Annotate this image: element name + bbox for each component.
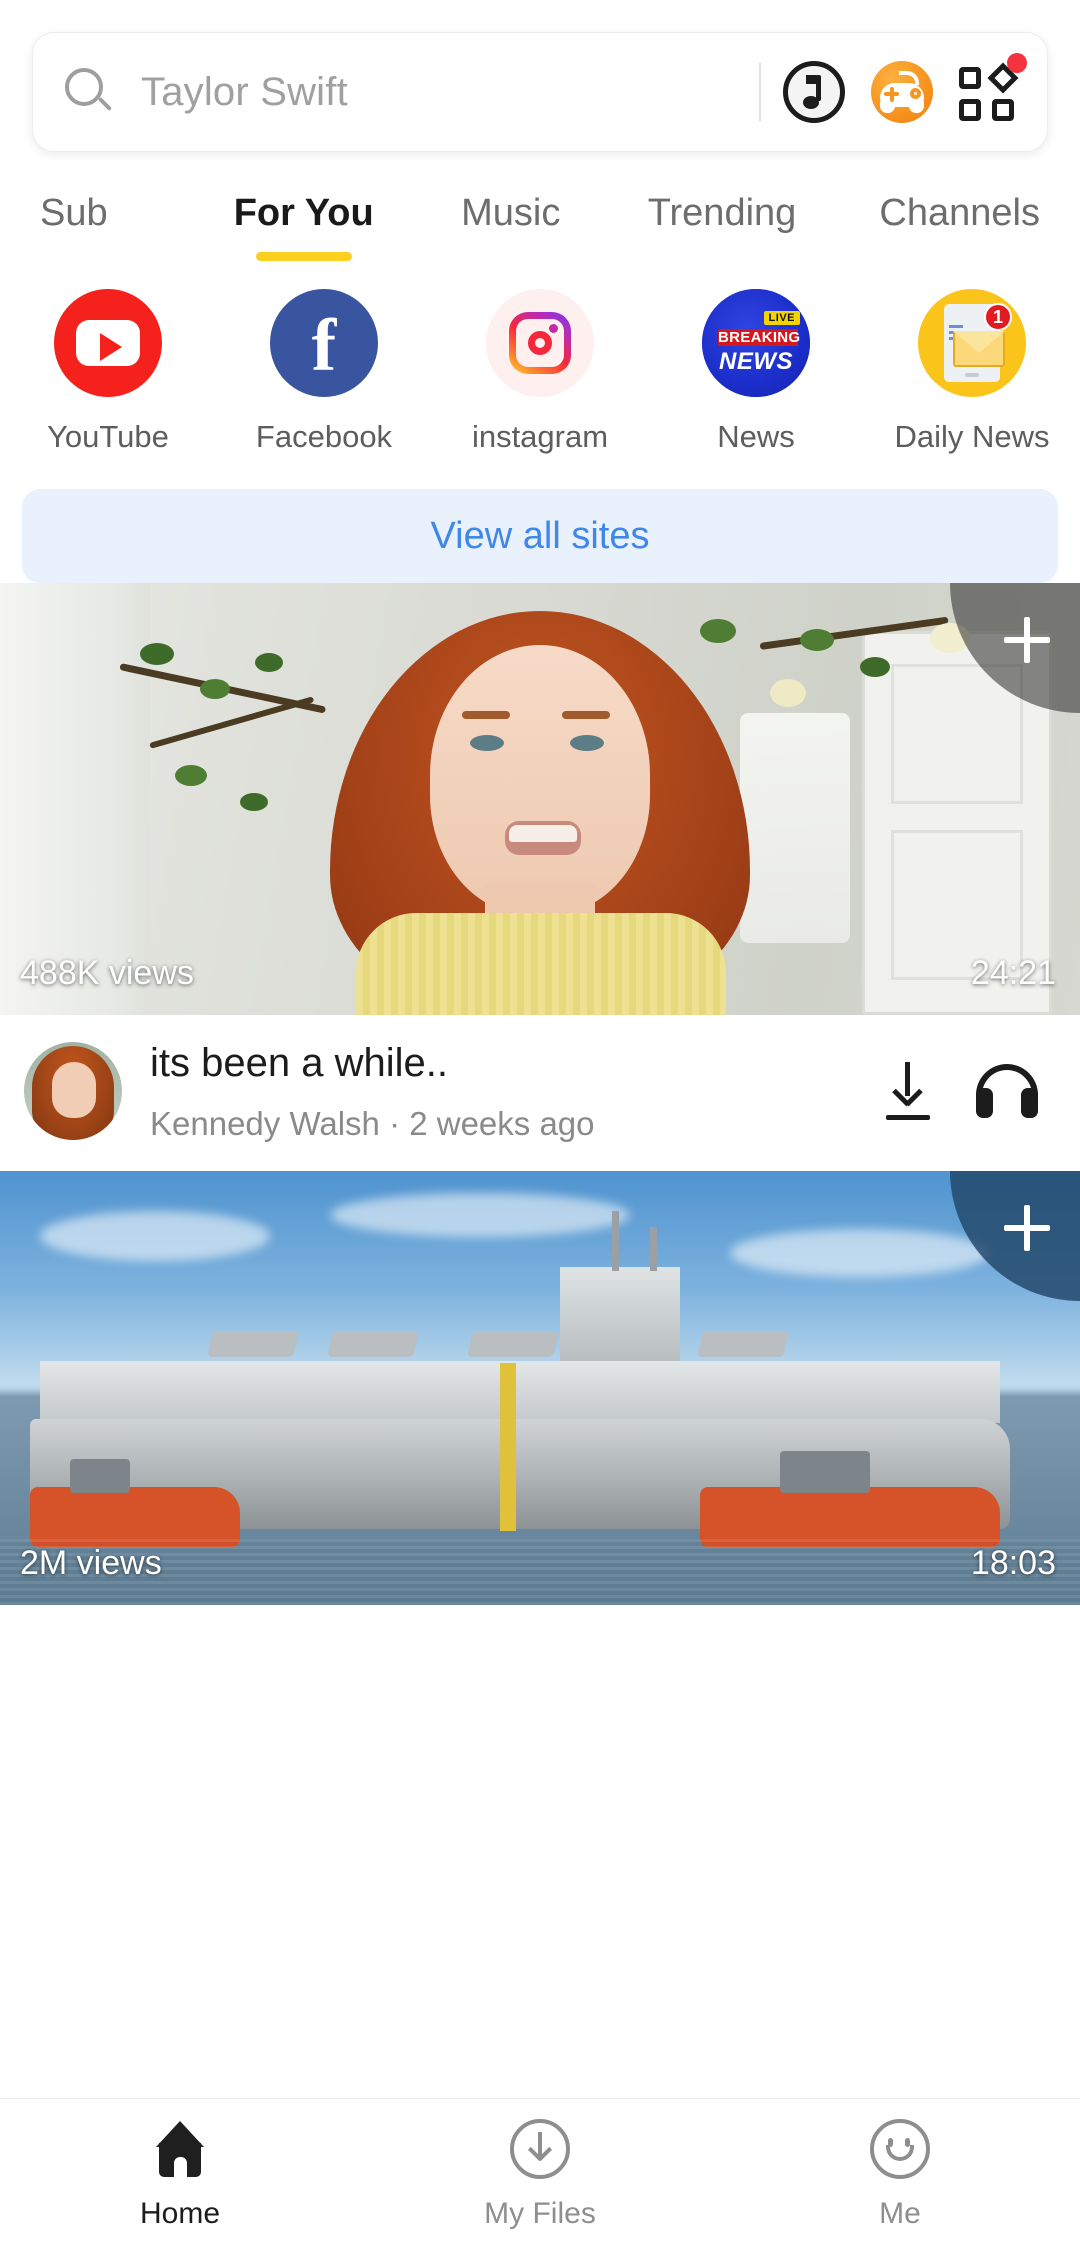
nav-item-me[interactable]: Me [720, 2119, 1080, 2231]
unread-badge: 1 [984, 303, 1012, 331]
tab-bar: Sub For You Music Trending Channels [0, 152, 1080, 261]
nav-label: Me [879, 2197, 921, 2230]
shortcut-label: Facebook [255, 419, 393, 454]
video-thumbnail[interactable]: 488K views 24:21 [0, 583, 1080, 1015]
tab-label: Trending [647, 192, 797, 234]
avatar[interactable] [24, 1042, 122, 1140]
breaking-news-icon: LIVE BREAKING NEWS [702, 289, 810, 397]
video-meta: its been a while.. Kennedy Walsh · 2 wee… [0, 1015, 1080, 1171]
search-actions [783, 53, 1027, 123]
live-badge: LIVE [763, 311, 800, 325]
search-bar-container: Taylor Swift [0, 0, 1080, 152]
daily-news-icon: 1 [918, 289, 1026, 397]
search-input[interactable]: Taylor Swift [141, 70, 749, 115]
facebook-icon: f [270, 289, 378, 397]
shortcut-row: YouTube f Facebook instagram LIVE BREAKI… [0, 261, 1080, 791]
tab-active-underline [255, 252, 352, 261]
view-all-sites-button[interactable]: View all sites [22, 489, 1058, 583]
breaking-badge: BREAKING [718, 329, 801, 346]
download-icon[interactable] [884, 1062, 932, 1120]
video-subtitle: Kennedy Walsh · 2 weeks ago [150, 1105, 595, 1142]
video-thumbnail[interactable]: 2M views 18:03 [0, 1171, 1080, 1605]
nav-label: My Files [484, 2197, 596, 2230]
tab-label: Channels [879, 192, 1040, 234]
tab-label: For You [233, 192, 374, 234]
shortcut-facebook[interactable]: f Facebook [216, 289, 432, 455]
apps-grid-icon[interactable] [959, 53, 1027, 123]
tab-trending[interactable]: Trending [604, 192, 840, 261]
search-divider [759, 62, 761, 122]
music-icon[interactable] [783, 61, 845, 123]
tab-for-you[interactable]: For You [190, 192, 417, 261]
instagram-icon [486, 289, 594, 397]
bottom-navigation: Home My Files Me [0, 2098, 1080, 2266]
video-card-1[interactable]: 488K views 24:21 its been a while.. Kenn… [0, 583, 1080, 1171]
tab-label: Music [461, 192, 561, 234]
shortcut-label: News [717, 419, 795, 454]
video-actions [884, 1062, 1056, 1120]
search-bar[interactable]: Taylor Swift [32, 32, 1048, 152]
headphones-icon[interactable] [976, 1064, 1038, 1118]
shortcut-label: Daily News [894, 419, 1050, 454]
view-count: 488K views [20, 954, 194, 992]
video-card-2[interactable]: 2M views 18:03 [0, 1171, 1080, 1605]
game-icon[interactable] [871, 61, 933, 123]
shortcut-news[interactable]: LIVE BREAKING NEWS News [648, 289, 864, 455]
tab-sub[interactable]: Sub [40, 192, 190, 261]
video-info: its been a while.. Kennedy Walsh · 2 wee… [150, 1039, 884, 1143]
smiley-icon [870, 2119, 930, 2179]
video-duration: 24:21 [970, 954, 1056, 992]
tab-music[interactable]: Music [417, 192, 604, 261]
tab-label: Sub [40, 192, 108, 234]
shortcut-label: YouTube [47, 419, 169, 454]
view-all-container: View all sites [0, 455, 1080, 583]
nav-item-my-files[interactable]: My Files [360, 2119, 720, 2231]
nav-item-home[interactable]: Home [0, 2119, 360, 2231]
news-text: NEWS [719, 348, 793, 375]
shortcut-instagram[interactable]: instagram [432, 289, 648, 455]
notification-dot [1007, 53, 1027, 73]
app-screen: Taylor Swift Sub For You Music Trending … [0, 0, 1080, 2266]
home-icon [150, 2119, 210, 2179]
video-title: its been a while.. [150, 1041, 448, 1085]
view-count: 2M views [20, 1544, 162, 1582]
download-circle-icon [510, 2119, 570, 2179]
shortcut-label: instagram [471, 419, 609, 454]
youtube-icon [54, 289, 162, 397]
tab-channels[interactable]: Channels [840, 192, 1040, 261]
shortcut-youtube[interactable]: YouTube [0, 289, 216, 455]
nav-label: Home [139, 2197, 221, 2230]
shortcut-daily-news[interactable]: 1 Daily News [864, 289, 1080, 455]
view-all-label: View all sites [430, 514, 650, 557]
video-duration: 18:03 [970, 1544, 1056, 1582]
search-icon [63, 66, 115, 118]
